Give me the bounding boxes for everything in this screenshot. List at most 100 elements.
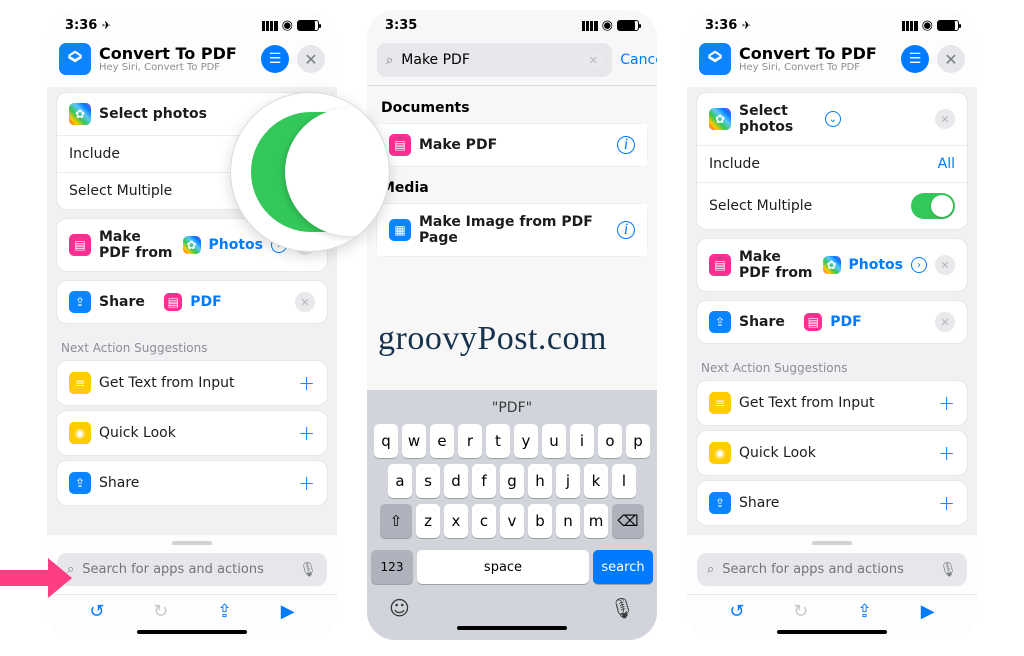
suggestion-quick-look[interactable]: ◉Quick Look+: [697, 431, 967, 475]
remove-action-icon[interactable]: ✕: [935, 255, 955, 275]
key-h[interactable]: h: [528, 464, 552, 498]
key-b[interactable]: b: [528, 504, 552, 538]
action-search[interactable]: ⌕ 🎙: [57, 553, 327, 586]
result-make-image[interactable]: ▦ Make Image from PDF Page i: [377, 204, 647, 256]
dictate-key[interactable]: 🎙: [610, 596, 635, 620]
key-l[interactable]: l: [612, 464, 636, 498]
search-input[interactable]: [399, 51, 577, 69]
search-field[interactable]: ⌕ ✕: [377, 43, 612, 77]
key-f[interactable]: f: [472, 464, 496, 498]
status-bar: 3:35 ◉: [367, 10, 657, 35]
search-input[interactable]: [80, 561, 293, 578]
emoji-key[interactable]: ☺: [389, 596, 410, 620]
suggestion-get-text[interactable]: ≡Get Text from Input+: [57, 361, 327, 405]
add-icon[interactable]: +: [938, 491, 955, 515]
key-g[interactable]: g: [500, 464, 524, 498]
close-button[interactable]: ✕: [937, 45, 965, 73]
run-button[interactable]: ▶: [281, 601, 295, 622]
shortcut-title: Convert To PDF: [99, 45, 253, 63]
key-c[interactable]: c: [472, 504, 496, 538]
key-v[interactable]: v: [500, 504, 524, 538]
cancel-button[interactable]: Cancel: [620, 52, 657, 68]
add-icon[interactable]: +: [298, 371, 315, 395]
key-s[interactable]: s: [416, 464, 440, 498]
select-multiple-row[interactable]: Select Multiple: [697, 183, 967, 229]
chevron-down-icon[interactable]: ⌄: [825, 111, 841, 127]
key-t[interactable]: t: [486, 424, 510, 458]
share-sheet-button[interactable]: ⇪: [217, 601, 232, 622]
mic-icon[interactable]: 🎙: [299, 562, 317, 578]
action-share[interactable]: ⇪ Share ▤ PDF ✕: [697, 301, 967, 343]
backspace-key[interactable]: ⌫: [612, 504, 644, 538]
include-row[interactable]: Include All: [697, 146, 967, 183]
chevron-right-icon[interactable]: ›: [911, 257, 927, 273]
annotation-arrow: [0, 558, 80, 598]
suggestion-get-text[interactable]: ≡Get Text from Input+: [697, 381, 967, 425]
numbers-key[interactable]: 123: [371, 550, 413, 584]
home-indicator[interactable]: [777, 630, 887, 634]
redo-button: ↻: [793, 601, 808, 622]
add-icon[interactable]: +: [938, 391, 955, 415]
action-search[interactable]: ⌕ 🎙: [697, 553, 967, 586]
suggestion-share[interactable]: ⇪Share+: [697, 481, 967, 525]
close-button[interactable]: ✕: [297, 45, 325, 73]
info-icon[interactable]: i: [617, 136, 635, 154]
keyboard: "PDF" qwertyuiop asdfghjkl ⇧ zxcvbnm ⌫ 1…: [367, 390, 657, 640]
sheet-grabber[interactable]: [172, 541, 212, 545]
add-icon[interactable]: +: [938, 441, 955, 465]
result-make-pdf[interactable]: ▤ Make PDF i: [377, 124, 647, 166]
key-o[interactable]: o: [598, 424, 622, 458]
key-d[interactable]: d: [444, 464, 468, 498]
remove-action-icon[interactable]: ✕: [935, 109, 955, 129]
key-r[interactable]: r: [458, 424, 482, 458]
undo-button[interactable]: ↺: [729, 601, 744, 622]
action-make-pdf[interactable]: ▤ Make PDF from ✿ Photos › ✕: [697, 239, 967, 291]
key-m[interactable]: m: [584, 504, 608, 538]
shift-key[interactable]: ⇧: [380, 504, 412, 538]
add-icon[interactable]: +: [298, 471, 315, 495]
key-n[interactable]: n: [556, 504, 580, 538]
action-share[interactable]: ⇪ Share ▤ PDF ✕: [57, 281, 327, 323]
key-j[interactable]: j: [556, 464, 580, 498]
key-e[interactable]: e: [430, 424, 454, 458]
key-w[interactable]: w: [402, 424, 426, 458]
key-k[interactable]: k: [584, 464, 608, 498]
suggestion-quick-look[interactable]: ◉Quick Look+: [57, 411, 327, 455]
shortcut-title: Convert To PDF: [739, 45, 893, 63]
remove-action-icon[interactable]: ✕: [935, 312, 955, 332]
add-icon[interactable]: +: [298, 421, 315, 445]
suggestion-share[interactable]: ⇪Share+: [57, 461, 327, 505]
battery-icon: [617, 20, 639, 31]
sheet-grabber[interactable]: [812, 541, 852, 545]
search-input[interactable]: [720, 561, 933, 578]
home-indicator[interactable]: [457, 626, 567, 630]
share-sheet-button[interactable]: ⇪: [857, 601, 872, 622]
info-icon[interactable]: i: [617, 221, 635, 239]
search-key[interactable]: search: [593, 550, 653, 584]
key-q[interactable]: q: [374, 424, 398, 458]
select-multiple-toggle[interactable]: [911, 193, 955, 219]
space-key[interactable]: space: [417, 550, 589, 584]
settings-button[interactable]: ☰: [901, 45, 929, 73]
redo-button: ↻: [153, 601, 168, 622]
key-u[interactable]: u: [542, 424, 566, 458]
key-p[interactable]: p: [626, 424, 650, 458]
select-photos-row[interactable]: ✿ Select photos ⌄ ✕: [697, 93, 967, 146]
key-z[interactable]: z: [416, 504, 440, 538]
mic-icon[interactable]: 🎙: [939, 562, 957, 578]
key-a[interactable]: a: [388, 464, 412, 498]
key-i[interactable]: i: [570, 424, 594, 458]
settings-button[interactable]: ☰: [261, 45, 289, 73]
include-value[interactable]: All: [938, 156, 955, 172]
image-icon: ▦: [389, 219, 411, 241]
undo-button[interactable]: ↺: [89, 601, 104, 622]
run-button[interactable]: ▶: [921, 601, 935, 622]
keyboard-suggestion[interactable]: "PDF": [371, 396, 653, 424]
clear-icon[interactable]: ✕: [583, 50, 603, 70]
key-y[interactable]: y: [514, 424, 538, 458]
key-x[interactable]: x: [444, 504, 468, 538]
kb-row-1: qwertyuiop: [371, 424, 653, 458]
home-indicator[interactable]: [137, 630, 247, 634]
remove-action-icon[interactable]: ✕: [295, 292, 315, 312]
pdf-icon: ▤: [389, 134, 411, 156]
